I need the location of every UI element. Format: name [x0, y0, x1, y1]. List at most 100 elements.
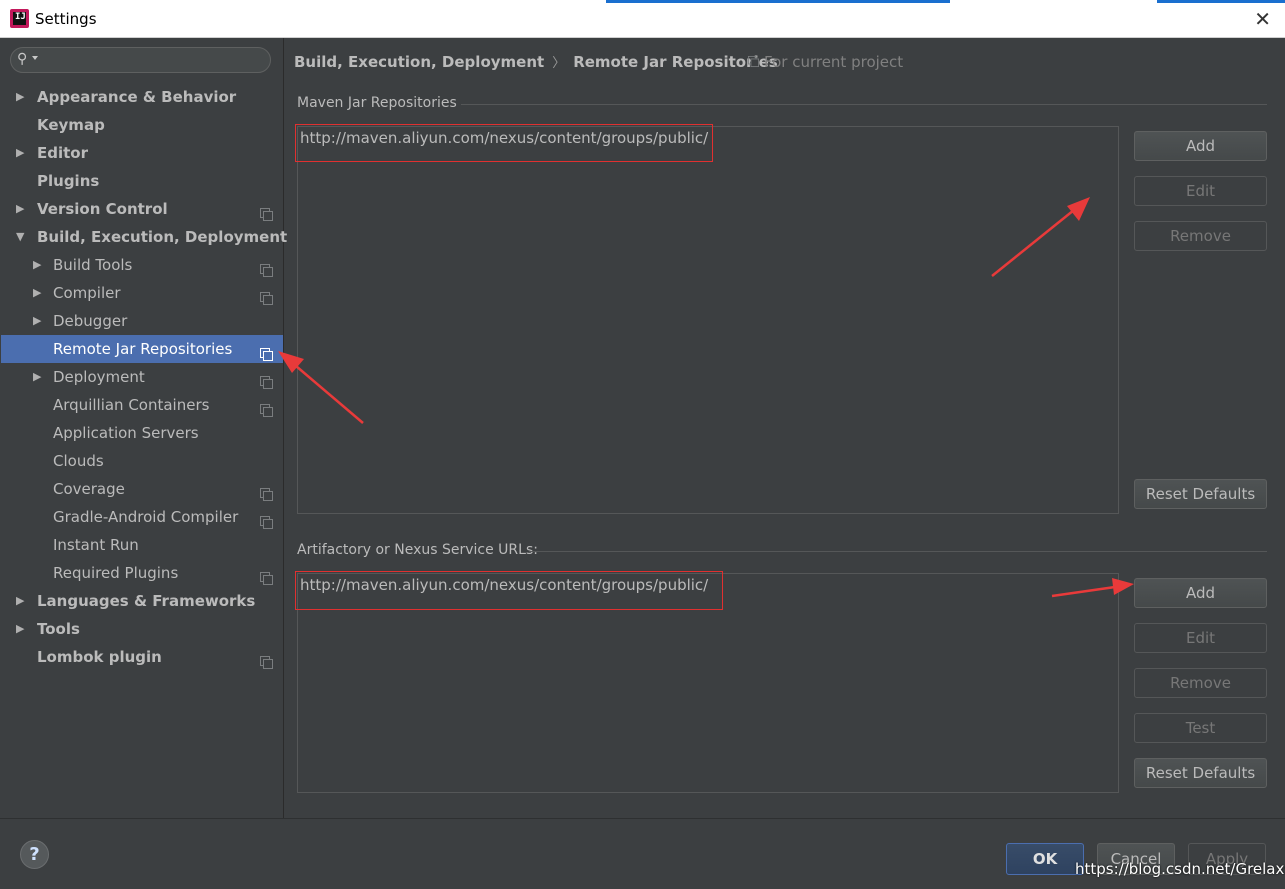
sidebar-item-tools[interactable]: ▶ Tools: [1, 615, 283, 643]
collapsed-arrow-icon[interactable]: ▶: [16, 615, 24, 643]
sidebar-item-compiler[interactable]: ▶ Compiler: [1, 279, 283, 307]
artifactory-reset-defaults-button[interactable]: Reset Defaults: [1134, 758, 1267, 788]
sidebar-item-languages-frameworks[interactable]: ▶ Languages & Frameworks: [1, 587, 283, 615]
sidebar-item-coverage[interactable]: Coverage: [1, 475, 283, 503]
watermark: https://blog.csdn.net/Grelaxs: [1075, 860, 1285, 878]
breadcrumb-separator: 〉: [552, 56, 566, 71]
collapsed-arrow-icon[interactable]: ▶: [33, 251, 41, 279]
sidebar-item-label: Compiler: [53, 284, 121, 302]
artifactory-section-title: Artifactory or Nexus Service URLs:: [297, 542, 538, 558]
sidebar-item-label: Build, Execution, Deployment: [37, 228, 288, 246]
collapsed-arrow-icon[interactable]: ▶: [16, 139, 24, 167]
project-scope-icon: [260, 650, 273, 669]
collapsed-arrow-icon[interactable]: ▶: [16, 83, 24, 111]
sidebar-item-label: Arquillian Containers: [53, 396, 210, 414]
intellij-app-icon: IJ: [10, 9, 29, 28]
dialog-footer: ? OK Cancel Apply https://blog.csdn.net/…: [0, 818, 1285, 889]
project-scope-icon: [260, 510, 273, 529]
sidebar-item-label: Keymap: [37, 116, 105, 134]
sidebar-item-label: Clouds: [53, 452, 104, 470]
maven-add-button[interactable]: Add: [1134, 131, 1267, 161]
sidebar-item-label: Lombok plugin: [37, 648, 162, 666]
sidebar-item-label: Remote Jar Repositories: [53, 340, 233, 358]
project-scope-icon: [260, 342, 273, 361]
project-scope-icon: [747, 55, 760, 68]
search-icon: ⚲: [17, 51, 28, 67]
sidebar-item-label: Plugins: [37, 172, 100, 190]
sidebar-item-label: Required Plugins: [53, 564, 179, 582]
maven-section-title: Maven Jar Repositories: [297, 95, 457, 111]
maven-edit-button[interactable]: Edit: [1134, 176, 1267, 206]
copy-icon: [260, 656, 273, 669]
sidebar-item-build-execution-deployment[interactable]: ▼ Build, Execution, Deployment: [1, 223, 287, 251]
ok-button[interactable]: OK: [1006, 843, 1084, 875]
sidebar-item-keymap[interactable]: Keymap: [1, 111, 283, 139]
sidebar-item-application-servers[interactable]: Application Servers: [1, 419, 283, 447]
collapsed-arrow-icon[interactable]: ▶: [33, 363, 41, 391]
title-accent-strip: [606, 0, 950, 3]
scope-label: For current project: [747, 53, 903, 71]
artifactory-test-button[interactable]: Test: [1134, 713, 1267, 743]
project-scope-icon: [260, 482, 273, 501]
collapsed-arrow-icon[interactable]: ▶: [16, 195, 24, 223]
sidebar-item-label: Editor: [37, 144, 88, 162]
sidebar-item-editor[interactable]: ▶ Editor: [1, 139, 283, 167]
copy-icon: [260, 292, 273, 305]
sidebar-item-build-tools[interactable]: ▶ Build Tools: [1, 251, 283, 279]
maven-remove-button[interactable]: Remove: [1134, 221, 1267, 251]
sidebar-item-label: Deployment: [53, 368, 145, 386]
sidebar-item-label: Version Control: [37, 200, 168, 218]
maven-reset-defaults-button[interactable]: Reset Defaults: [1134, 479, 1267, 509]
project-scope-icon: [260, 398, 273, 417]
sidebar-item-appearance-behavior[interactable]: ▶ Appearance & Behavior: [1, 83, 283, 111]
sidebar-item-debugger[interactable]: ▶ Debugger: [1, 307, 283, 335]
sidebar-item-arquillian-containers[interactable]: Arquillian Containers: [1, 391, 283, 419]
copy-icon: [260, 572, 273, 585]
sidebar-item-label: Coverage: [53, 480, 125, 498]
sidebar-item-label: Instant Run: [53, 536, 139, 554]
sidebar-item-label: Appearance & Behavior: [37, 88, 237, 106]
artifactory-remove-button[interactable]: Remove: [1134, 668, 1267, 698]
highlight-box: [295, 124, 713, 162]
section-divider: [529, 551, 1267, 552]
artifactory-add-button[interactable]: Add: [1134, 578, 1267, 608]
copy-icon: [260, 516, 273, 529]
title-bar: IJ Settings ✕: [0, 0, 1285, 38]
sidebar-item-gradle-android-compiler[interactable]: Gradle-Android Compiler: [1, 503, 283, 531]
maven-repo-list[interactable]: http://maven.aliyun.com/nexus/content/gr…: [297, 126, 1119, 514]
sidebar-item-deployment[interactable]: ▶ Deployment: [1, 363, 283, 391]
artifactory-edit-button[interactable]: Edit: [1134, 623, 1267, 653]
project-scope-icon: [260, 286, 273, 305]
copy-icon: [260, 264, 273, 277]
highlight-box: [295, 571, 723, 610]
search-input[interactable]: ⚲: [10, 47, 271, 73]
breadcrumb: Build, Execution, Deployment 〉 Remote Jar …: [294, 52, 778, 71]
collapsed-arrow-icon[interactable]: ▶: [16, 587, 24, 615]
sidebar-item-label: Gradle-Android Compiler: [53, 508, 239, 526]
collapsed-arrow-icon[interactable]: ▶: [33, 279, 41, 307]
project-scope-icon: [260, 202, 273, 221]
sidebar-item-clouds[interactable]: Clouds: [1, 447, 283, 475]
help-icon[interactable]: ?: [20, 840, 49, 869]
sidebar-item-lombok-plugin[interactable]: Lombok plugin: [1, 643, 283, 671]
title-accent-strip: [1157, 0, 1285, 3]
copy-icon: [260, 376, 273, 389]
copy-icon: [260, 208, 273, 221]
sidebar-item-label: Tools: [37, 620, 80, 638]
settings-content: Build, Execution, Deployment 〉 Remote Jar …: [285, 38, 1285, 818]
sidebar-item-version-control[interactable]: ▶ Version Control: [1, 195, 283, 223]
copy-icon: [260, 404, 273, 417]
sidebar-item-required-plugins[interactable]: Required Plugins: [1, 559, 283, 587]
collapsed-arrow-icon[interactable]: ▶: [33, 307, 41, 335]
copy-icon: [260, 488, 273, 501]
section-divider: [461, 104, 1267, 105]
sidebar-item-instant-run[interactable]: Instant Run: [1, 531, 283, 559]
sidebar-item-remote-jar-repositories[interactable]: Remote Jar Repositories: [1, 335, 283, 363]
project-scope-icon: [260, 258, 273, 277]
expanded-arrow-icon[interactable]: ▼: [16, 223, 24, 251]
close-icon[interactable]: ✕: [1254, 7, 1271, 31]
window-title: Settings: [35, 10, 97, 28]
sidebar-item-plugins[interactable]: Plugins: [1, 167, 283, 195]
settings-sidebar: ⚲ ▶ Appearance & Behavior Keymap ▶ Editor Plu…: [1, 38, 287, 818]
breadcrumb-parent[interactable]: Build, Execution, Deployment: [294, 53, 544, 71]
